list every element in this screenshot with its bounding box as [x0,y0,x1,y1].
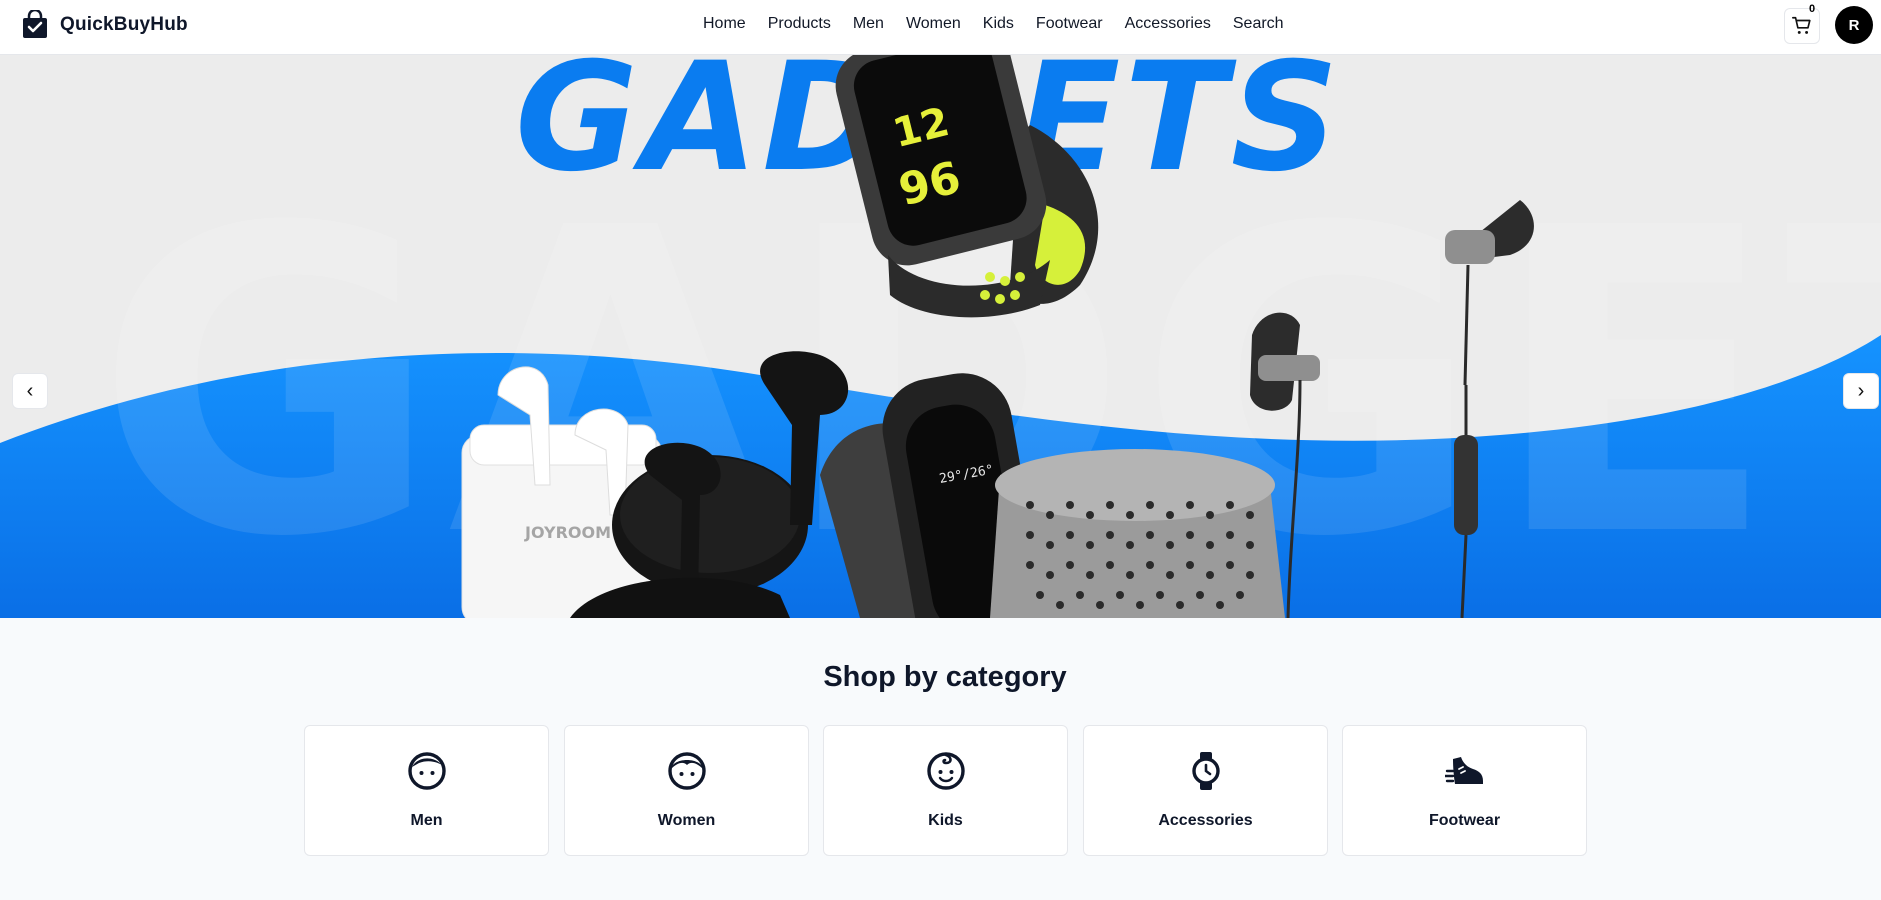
hero-banner: GADGETS GADGETS 12 96 JOYROOM [0,55,1881,618]
shoe-icon [1445,757,1483,784]
earphones-image [1250,200,1534,618]
cart-count-badge: 0 [1809,3,1816,15]
nav-home[interactable]: Home [703,15,746,33]
category-label: Men [410,812,443,829]
case-brand-text: JOYROOM [524,523,611,542]
nav-products[interactable]: Products [768,15,831,33]
nav-men[interactable]: Men [853,15,884,33]
top-header: QuickBuyHub Home Products Men Women Kids… [0,0,1881,55]
brand-logo[interactable]: QuickBuyHub [20,10,188,40]
category-card-footwear[interactable]: Footwear [1342,725,1587,856]
chevron-right-icon: › [1857,379,1865,402]
category-label: Footwear [1428,812,1501,829]
nav-search[interactable]: Search [1233,15,1284,33]
category-card-men[interactable]: Men [304,725,549,856]
hero-products: 12 96 JOYROOM 29°/26° [461,55,1534,618]
category-card-women[interactable]: Women [564,725,809,856]
nav-women[interactable]: Women [906,15,961,33]
smartwatch-image: 12 96 [835,55,1099,318]
brand-name: QuickBuyHub [60,14,188,35]
category-label: Women [657,812,716,829]
slider-prev-button[interactable]: ‹ [12,373,48,409]
bluetooth-speaker-image [990,449,1285,618]
user-avatar[interactable]: R [1835,6,1873,44]
nav-footwear[interactable]: Footwear [1036,15,1103,33]
man-face-icon [408,752,446,790]
chevron-left-icon: ‹ [26,379,34,402]
category-label: Kids [928,812,963,829]
kid-face-icon [927,752,965,790]
category-card-kids[interactable]: Kids [823,725,1068,856]
nav-accessories[interactable]: Accessories [1125,15,1211,33]
woman-face-icon [668,752,706,790]
main-nav: Home Products Men Women Kids Footwear Ac… [703,15,1284,33]
nav-kids[interactable]: Kids [983,15,1014,33]
cart-icon [1792,16,1811,34]
category-section-title: Shop by category [823,661,1067,693]
slider-next-button[interactable]: › [1843,373,1879,409]
shopping-bag-icon [23,10,47,38]
watch-icon [1192,752,1220,790]
category-label: Accessories [1158,812,1253,829]
category-card-accessories[interactable]: Accessories [1083,725,1328,856]
